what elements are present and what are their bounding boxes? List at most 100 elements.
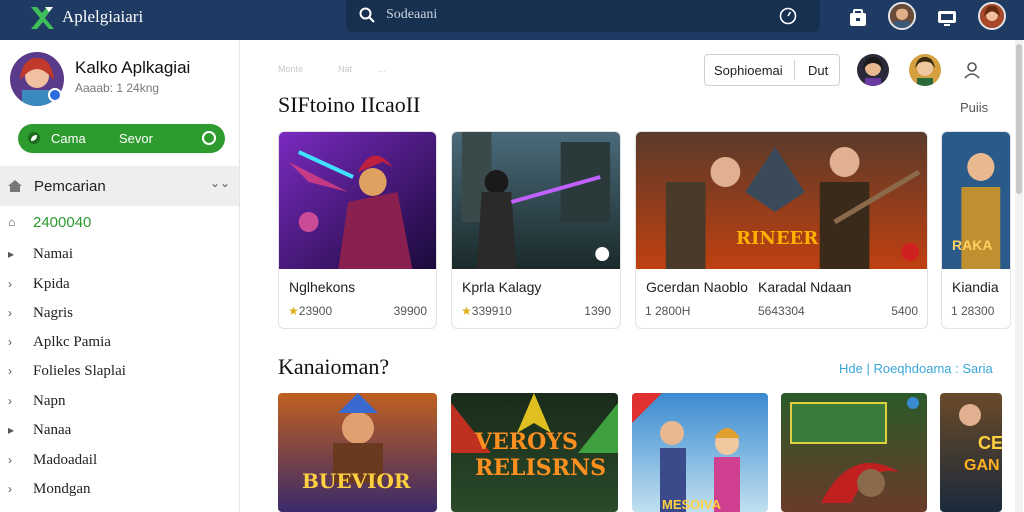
- chevron-right-icon: ›: [8, 364, 12, 378]
- rating-value: 339910: [471, 304, 512, 318]
- chevron-right-icon: ▸: [8, 423, 15, 437]
- app-title: Aplelgiaiari: [62, 7, 144, 26]
- see-all-link[interactable]: Hde | Roeqhdoama : Saria: [839, 361, 993, 376]
- game-card[interactable]: RINEER Gcerdan Naoblo Karadal Ndaan 1 28…: [635, 131, 928, 329]
- segment-right[interactable]: Dut: [808, 63, 828, 78]
- sidebar-item[interactable]: › Folieles Slaplai: [0, 358, 239, 387]
- segmented-control[interactable]: Sophioemai Dut: [704, 54, 840, 86]
- sidebar-item-label: Napn: [33, 393, 66, 409]
- tile-label: VEROYS: [475, 429, 578, 455]
- art-label: RINEER: [736, 228, 819, 249]
- card-title: Gcerdan Naoblo: [646, 279, 748, 295]
- game-thumbnail: [452, 132, 620, 269]
- sidebar-item[interactable]: › Kpida: [0, 271, 239, 300]
- scrollbar[interactable]: [1015, 40, 1023, 512]
- cta-right-label: Sevor: [119, 131, 153, 146]
- avatar[interactable]: [909, 54, 941, 86]
- sidebar-item[interactable]: ▸ Nanaa: [0, 417, 239, 446]
- card-rating: ★339910: [461, 304, 512, 318]
- tile-label: BUEVIOR: [302, 469, 411, 493]
- cta-button[interactable]: Cama Sevor: [18, 124, 225, 153]
- sidebar-item-label: Madoadail: [33, 452, 98, 468]
- chevron-right-icon: ›: [8, 394, 12, 408]
- sidebar-item[interactable]: ⌂ 2400040: [0, 209, 239, 238]
- game-tile[interactable]: BUEVIOR: [278, 393, 437, 512]
- game-tile[interactable]: [781, 393, 927, 512]
- sidebar-item[interactable]: › Aplkc Pamia: [0, 329, 239, 358]
- chevron-right-icon: ›: [8, 453, 12, 467]
- clock-icon[interactable]: [778, 6, 798, 26]
- search-icon: [359, 7, 375, 23]
- search-input[interactable]: Sodeaani: [386, 7, 437, 23]
- card-title: Nglhekons: [289, 279, 356, 295]
- home-icon: [8, 180, 22, 192]
- chevron-down-icon: ⌄⌄: [210, 176, 231, 190]
- card-downloads: 39900: [393, 304, 427, 318]
- sidebar-item-label: Aplkc Pamia: [33, 334, 111, 350]
- divider: [794, 60, 795, 80]
- section-title: Kanaioman?: [278, 354, 390, 379]
- sidebar-item-label: Nagris: [33, 305, 73, 321]
- toggle-icon[interactable]: [202, 131, 216, 145]
- user-icon[interactable]: [962, 60, 982, 80]
- game-card[interactable]: RAKA Kiandia 1 28300: [941, 131, 1011, 329]
- sidebar-item-label: Kpida: [33, 276, 70, 292]
- search-bar[interactable]: Sodeaani: [346, 0, 820, 32]
- avatar[interactable]: [978, 2, 1006, 30]
- see-all-link[interactable]: Puiis: [960, 100, 988, 115]
- cta-left-label: Cama: [51, 131, 86, 146]
- star-icon: ★: [288, 304, 299, 318]
- game-card[interactable]: Kprla Kalagy ★339910 1390: [451, 131, 621, 329]
- chevron-right-icon: ›: [8, 277, 12, 291]
- game-thumbnail: [279, 132, 436, 269]
- sidebar-item-active[interactable]: Pemcarian ⌄⌄: [0, 166, 239, 206]
- game-tile[interactable]: VEROYS RELISRNS: [451, 393, 618, 512]
- card-rating: 1 2800H: [645, 304, 691, 318]
- leaf-icon: [28, 132, 40, 144]
- game-card[interactable]: Nglhekons ★23900 39900: [278, 131, 437, 329]
- game-thumbnail: [333, 393, 383, 483]
- tile-label: RELISRNS: [475, 455, 606, 481]
- game-tile[interactable]: MESOIVA: [632, 393, 768, 512]
- bag-icon[interactable]: [846, 6, 870, 30]
- card-title: Kprla Kalagy: [462, 279, 542, 295]
- profile-subtitle: Aaaab: 1 24kng: [75, 81, 160, 95]
- sidebar-item[interactable]: › Nagris: [0, 300, 239, 329]
- art-label: RAKA: [952, 237, 993, 253]
- main-content: Monte Nat ... Sophioemai Dut SIFtoino II…: [240, 40, 1024, 512]
- sidebar-item-label: Nanaa: [33, 422, 72, 438]
- sidebar-item[interactable]: ▸ Namai: [0, 241, 239, 270]
- app-logo-icon[interactable]: [28, 4, 56, 32]
- home-icon: ⌂: [8, 215, 16, 229]
- game-thumbnail: [790, 397, 919, 503]
- profile-name: Kalko Aplkagiai: [75, 58, 191, 77]
- chevron-right-icon: ›: [8, 306, 12, 320]
- sidebar-item-label: Folieles Slaplai: [33, 363, 126, 379]
- tile-label: CE: [978, 433, 1002, 453]
- verified-badge-icon: [48, 88, 62, 102]
- sidebar-item-label: Mondgan: [33, 481, 91, 497]
- chevron-right-icon: ▸: [8, 247, 15, 261]
- card-rating: ★23900: [288, 304, 332, 318]
- sidebar-item[interactable]: › Napn: [0, 388, 239, 417]
- avatar[interactable]: [888, 2, 916, 30]
- card-title-secondary: Karadal Ndaan: [758, 279, 852, 295]
- chevron-right-icon: ›: [8, 482, 12, 496]
- star-icon: ★: [461, 304, 472, 318]
- rating-value: 23900: [298, 304, 333, 318]
- sidebar-item[interactable]: › Mondgan: [0, 476, 239, 505]
- avatar[interactable]: [857, 54, 889, 86]
- chevron-right-icon: ›: [8, 335, 12, 349]
- scrollbar-thumb[interactable]: [1016, 44, 1022, 194]
- sidebar-item[interactable]: › Madoadail: [0, 447, 239, 476]
- monitor-icon[interactable]: [935, 6, 959, 30]
- segment-left[interactable]: Sophioemai: [714, 63, 783, 78]
- tile-label: MESOIVA: [662, 497, 721, 512]
- game-thumbnail: [632, 393, 740, 512]
- sidebar-item-label: Namai: [33, 246, 73, 262]
- card-title: Kiandia: [952, 279, 999, 295]
- card-downloads: 1390: [584, 304, 611, 318]
- game-tile[interactable]: CE GAN: [940, 393, 1002, 512]
- top-bar: Aplelgiaiari Sodeaani: [0, 0, 1024, 40]
- tile-label: GAN: [964, 457, 1000, 474]
